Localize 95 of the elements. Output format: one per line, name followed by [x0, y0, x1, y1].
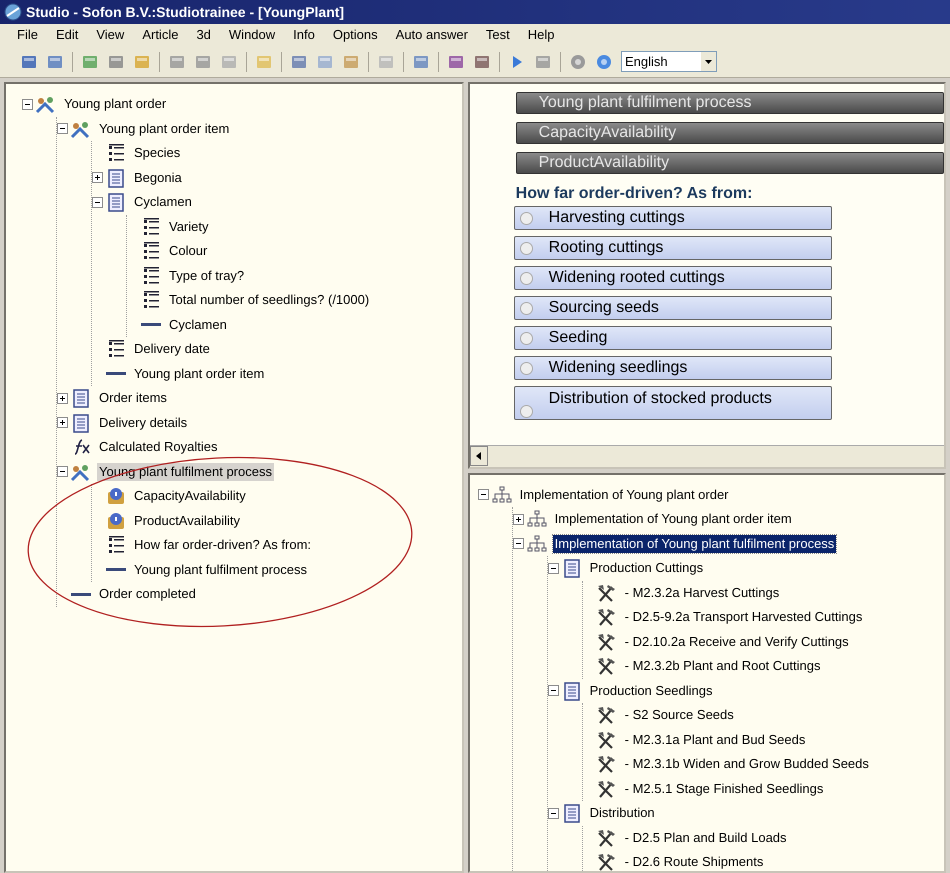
tree-item[interactable]: CapacityAvailability	[132, 487, 248, 506]
line-icon	[141, 323, 161, 326]
tree-item[interactable]: Young plant order item	[97, 120, 232, 138]
caret-icon	[705, 60, 712, 64]
horizontal-scrollbar[interactable]	[470, 444, 944, 467]
process-icon	[35, 94, 57, 114]
tree-item[interactable]: Delivery details	[97, 414, 190, 432]
collapse-toggle[interactable]	[548, 808, 559, 819]
collapse-toggle[interactable]	[478, 489, 489, 500]
menu-item[interactable]: Options	[324, 24, 387, 46]
expand-toggle[interactable]	[57, 417, 68, 428]
app-globe-icon	[4, 3, 22, 21]
tree-item[interactable]: Cyclamen	[132, 193, 194, 212]
tree-item[interactable]: Total number of seedlings? (/1000)	[167, 291, 372, 310]
collapse-toggle[interactable]	[548, 562, 559, 574]
tree-item[interactable]: Cyclamen	[167, 316, 229, 334]
expand-toggle[interactable]	[512, 514, 524, 525]
tree-item[interactable]: - M2.3.1a Plant and Bud Seeds	[622, 730, 808, 749]
tree-item[interactable]: - D2.6 Route Shipments	[622, 853, 766, 871]
menu-item[interactable]: View	[87, 24, 134, 46]
scroll-left-button[interactable]	[470, 446, 488, 466]
tree-item[interactable]: Order items	[97, 389, 169, 408]
tree-item[interactable]: Delivery date	[132, 340, 212, 358]
tree-item[interactable]: Begonia	[132, 168, 184, 187]
menu-item[interactable]: Help	[518, 24, 564, 46]
section-bar[interactable]: CapacityAvailability	[516, 122, 944, 144]
hierarchy-icon	[490, 484, 513, 505]
tree-item[interactable]: - D2.5 Plan and Build Loads	[622, 828, 789, 847]
expand-toggle[interactable]	[92, 172, 103, 184]
tree-item[interactable]: - M2.3.2a Harvest Cuttings	[622, 584, 782, 602]
option-button[interactable]: Seeding	[514, 326, 832, 350]
window-title: Studio - Sofon B.V.:Studiotrainee - [YoungPlant]	[26, 2, 344, 22]
radio-button[interactable]	[520, 405, 533, 418]
tree-item[interactable]: Variety	[167, 218, 210, 236]
section-bar[interactable]: Young plant fulfilment process	[516, 92, 944, 114]
tree-item[interactable]: Calculated Royalties	[97, 438, 220, 456]
tree-item[interactable]: How far order-driven? As from:	[132, 536, 314, 554]
collapse-toggle[interactable]	[512, 538, 524, 550]
hierarchy-icon	[526, 534, 548, 554]
radio-button[interactable]	[520, 272, 533, 284]
tree-item[interactable]: - S2 Source Seeds	[622, 706, 736, 724]
collapse-toggle[interactable]	[92, 196, 103, 208]
radio-button[interactable]	[520, 242, 533, 254]
line-icon	[106, 372, 126, 376]
tree-item[interactable]: Implementation of Young plant order item	[552, 510, 794, 528]
tree-item[interactable]: Young plant fulfilment process	[132, 560, 309, 579]
tree-item[interactable]: Type of tray?	[167, 266, 246, 285]
tree-item[interactable]: - M2.3.1b Widen and Grow Budded Seeds	[622, 755, 871, 774]
tree-item[interactable]: Young plant order item	[132, 364, 266, 383]
arrow-left-icon	[476, 452, 482, 460]
tree-item[interactable]: Colour	[167, 242, 210, 260]
line-icon	[106, 568, 126, 572]
language-dropdown[interactable]: English	[621, 51, 717, 72]
radio-button[interactable]	[520, 302, 533, 314]
tree-item[interactable]: Implementation of Young plant fulfilment process	[552, 534, 836, 553]
collapse-toggle[interactable]	[57, 123, 68, 134]
menu-item[interactable]: Info	[284, 24, 324, 46]
tree-item[interactable]: Order completed	[97, 585, 198, 604]
hierarchy-icon	[526, 509, 548, 530]
collapse-toggle[interactable]	[22, 98, 33, 110]
menu-item[interactable]: 3d	[187, 24, 220, 46]
option-button[interactable]: Sourcing seeds	[514, 296, 832, 320]
radio-button[interactable]	[520, 332, 533, 344]
radio-button[interactable]	[520, 212, 533, 224]
tree-item[interactable]: Distribution	[588, 804, 657, 822]
tree-item[interactable]: - D2.10.2a Receive and Verify Cuttings	[622, 632, 851, 651]
menu-item[interactable]: File	[8, 24, 47, 46]
option-button[interactable]: Distribution of stocked products	[514, 386, 832, 420]
question-heading: How far order-driven? As from:	[516, 184, 754, 204]
tree-item[interactable]: - M2.3.2b Plant and Root Cuttings	[622, 657, 822, 676]
menu-item[interactable]: Article	[133, 24, 188, 46]
expand-toggle[interactable]	[57, 392, 68, 404]
tree-item[interactable]: Young plant order	[62, 95, 168, 114]
tree-item[interactable]: Species	[132, 144, 182, 162]
option-button[interactable]: Harvesting cuttings	[514, 206, 832, 230]
tree-item[interactable]: Production Cuttings	[588, 559, 706, 578]
menu-item[interactable]: Edit	[46, 24, 88, 46]
tree-item[interactable]: ProductAvailability	[132, 512, 242, 530]
line-icon	[71, 592, 91, 596]
menu-item[interactable]: Test	[476, 24, 519, 46]
tree-item[interactable]: Implementation of Young plant order	[518, 486, 731, 504]
tree-item[interactable]: - D2.5-9.2a Transport Harvested Cuttings	[622, 608, 864, 626]
option-button[interactable]: Rooting cuttings	[514, 236, 832, 260]
option-button[interactable]: Widening seedlings	[514, 356, 832, 380]
radio-button[interactable]	[520, 362, 533, 374]
question-icon	[105, 510, 127, 531]
menu-item[interactable]: Window	[220, 24, 284, 46]
option-button[interactable]: Widening rooted cuttings	[514, 266, 832, 290]
collapse-toggle[interactable]	[57, 466, 68, 478]
tree-item[interactable]: Production Seedlings	[588, 682, 714, 700]
question-icon	[105, 486, 127, 506]
section-bar[interactable]: ProductAvailability	[516, 152, 944, 174]
tree-item[interactable]: - M2.5.1 Stage Finished Seedlings	[622, 780, 826, 798]
menu-item[interactable]: Auto answer	[386, 24, 477, 46]
collapse-toggle[interactable]	[548, 685, 559, 696]
